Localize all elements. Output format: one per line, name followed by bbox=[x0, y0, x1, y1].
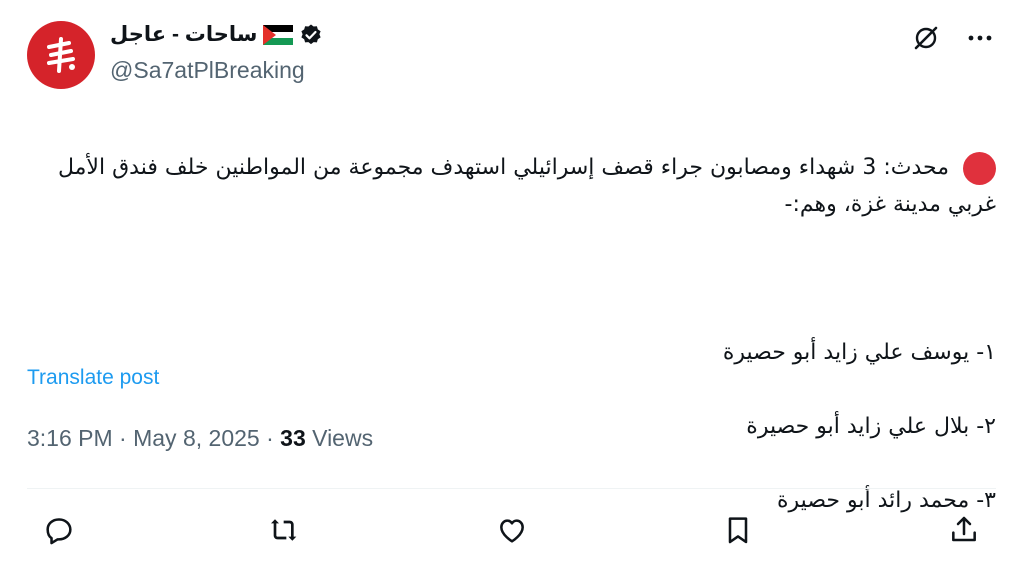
views-count: 33 bbox=[280, 425, 306, 451]
bookmark-icon[interactable] bbox=[716, 508, 760, 552]
account-name-row[interactable]: ساحات - عاجل bbox=[110, 22, 323, 47]
separator: · bbox=[266, 425, 274, 451]
verified-badge-icon bbox=[299, 23, 323, 47]
share-icon[interactable] bbox=[942, 508, 986, 552]
views-label: Views bbox=[312, 425, 374, 451]
repost-icon[interactable] bbox=[263, 508, 307, 552]
avatar-logo-icon bbox=[47, 37, 75, 73]
display-name[interactable]: ساحات - عاجل bbox=[110, 22, 257, 47]
separator: · bbox=[119, 425, 127, 451]
palestine-flag-icon bbox=[263, 24, 294, 45]
post-meta: 3:16 PM · May 8, 2025 · 33 Views bbox=[27, 425, 373, 452]
action-bar bbox=[27, 508, 996, 552]
more-options-icon[interactable] bbox=[964, 22, 996, 54]
post-body: محدث: 3 شهداء ومصابون جراء قصف إسرائيلي … bbox=[21, 112, 996, 556]
account-handle[interactable]: @Sa7atPlBreaking bbox=[110, 57, 305, 84]
red-circle-icon bbox=[963, 151, 996, 185]
grok-icon[interactable] bbox=[910, 22, 942, 54]
post-line-2: ١- يوسف علي زايد أبو حصيرة bbox=[722, 340, 996, 365]
reply-icon[interactable] bbox=[37, 508, 81, 552]
translate-post-link[interactable]: Translate post bbox=[27, 366, 159, 390]
post-time[interactable]: 3:16 PM bbox=[27, 425, 113, 451]
post-line-1: محدث: 3 شهداء ومصابون جراء قصف إسرائيلي … bbox=[21, 149, 996, 223]
divider bbox=[27, 488, 996, 489]
like-icon[interactable] bbox=[490, 508, 534, 552]
post-date[interactable]: May 8, 2025 bbox=[133, 425, 260, 451]
avatar[interactable] bbox=[27, 21, 95, 89]
